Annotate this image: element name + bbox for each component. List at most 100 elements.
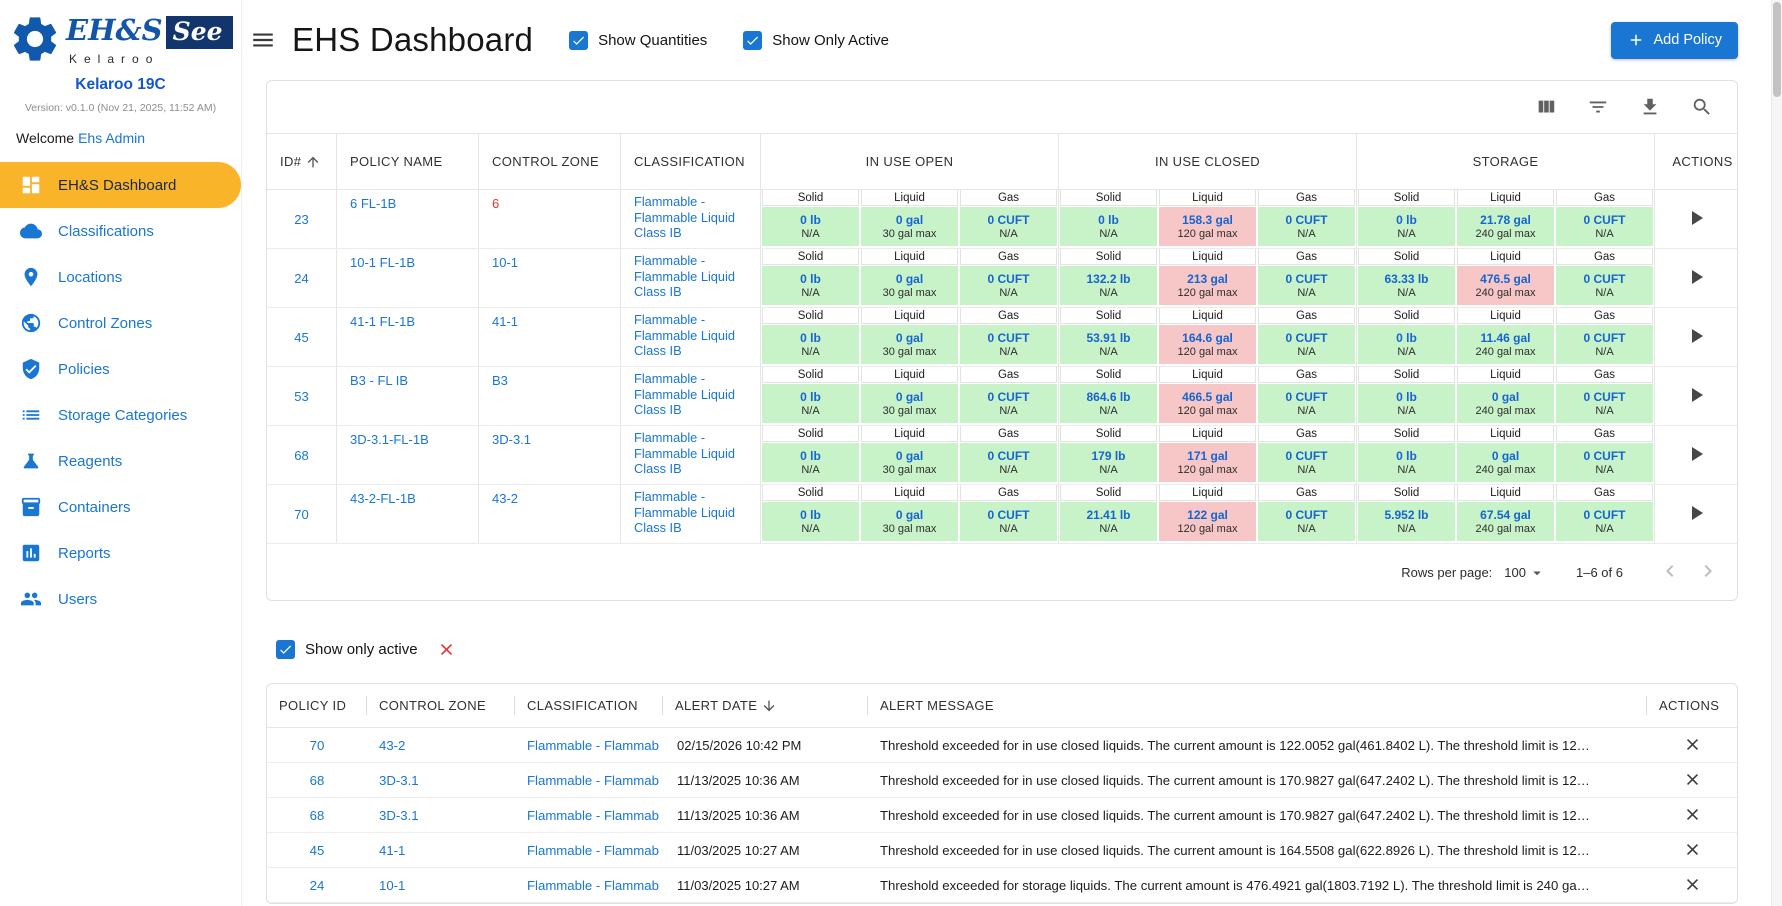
column-header-policy-name[interactable]: POLICY NAME xyxy=(337,134,479,189)
group-header-label: IN USE OPEN xyxy=(866,154,954,169)
alert-policy-id-link[interactable]: 68 xyxy=(267,808,367,823)
column-header-id[interactable]: ID# xyxy=(267,134,337,189)
brand-subtitle: Kelaroo xyxy=(66,52,233,66)
quantity-value-block: 0 CUFTN/A xyxy=(1258,443,1355,482)
alert-policy-id-link[interactable]: 24 xyxy=(267,878,367,893)
classification-link[interactable]: Flammable - Flammable Liquid Class IB xyxy=(621,249,761,307)
control-zone-link[interactable]: 10-1 xyxy=(479,249,621,307)
classification-link[interactable]: Flammable - Flammable Liquid Class IB xyxy=(621,485,761,543)
expand-policy-button[interactable] xyxy=(1681,263,1711,293)
control-zone-link[interactable]: B3 xyxy=(479,367,621,425)
alert-column-alert-message[interactable]: ALERT MESSAGE xyxy=(868,684,1647,727)
classification-link[interactable]: Flammable - Flammable Liquid Class IB xyxy=(621,190,761,248)
rows-per-page-select[interactable]: 100 xyxy=(1504,562,1546,582)
clear-filter-icon[interactable] xyxy=(437,640,456,659)
welcome-row: WelcomeEhs Admin xyxy=(0,130,241,146)
add-policy-button[interactable]: Add Policy xyxy=(1611,22,1738,59)
quantity-group: Solid864.6 lbN/ALiquid466.5 gal120 gal m… xyxy=(1059,367,1357,425)
quantity-value: 0 CUFT xyxy=(988,390,1030,404)
alert-column-policy-id[interactable]: POLICY ID xyxy=(267,684,367,727)
column-header-classification[interactable]: CLASSIFICATION xyxy=(621,134,761,189)
alert-classification-link[interactable]: Flammable - Flammab xyxy=(515,878,663,893)
policy-id-link[interactable]: 45 xyxy=(267,308,337,366)
policy-id-link[interactable]: 23 xyxy=(267,190,337,248)
column-group-in-use-open: IN USE OPEN xyxy=(761,134,1059,189)
alert-policy-id-link[interactable]: 45 xyxy=(267,843,367,858)
page-scrollbar[interactable] xyxy=(1771,0,1782,906)
alert-control-zone-link[interactable]: 3D-3.1 xyxy=(367,773,515,788)
policy-name-link[interactable]: 3D-3.1-FL-1B xyxy=(337,426,479,484)
sidebar-item-classifications[interactable]: Classifications xyxy=(0,208,241,254)
policy-name-link[interactable]: B3 - FL IB xyxy=(337,367,479,425)
show-only-active-checkbox[interactable]: Show Only Active xyxy=(743,31,889,50)
dismiss-alert-button[interactable] xyxy=(1680,873,1704,897)
policy-id-link[interactable]: 53 xyxy=(267,367,337,425)
scrollbar-thumb[interactable] xyxy=(1773,2,1781,97)
alerts-show-only-active-checkbox[interactable]: Show only active xyxy=(276,640,418,659)
menu-toggle-button[interactable] xyxy=(248,25,278,55)
policy-name-link[interactable]: 41-1 FL-1B xyxy=(337,308,479,366)
alert-control-zone-link[interactable]: 41-1 xyxy=(367,843,515,858)
columns-button[interactable] xyxy=(1535,96,1557,118)
flask-icon xyxy=(20,450,42,472)
alert-control-zone-link[interactable]: 3D-3.1 xyxy=(367,808,515,823)
show-quantities-checkbox[interactable]: Show Quantities xyxy=(569,31,707,50)
expand-policy-button[interactable] xyxy=(1681,381,1711,411)
alert-date: 11/03/2025 10:27 AM xyxy=(663,878,868,893)
classification-link[interactable]: Flammable - Flammable Liquid Class IB xyxy=(621,367,761,425)
policy-name-link[interactable]: 10-1 FL-1B xyxy=(337,249,479,307)
policy-id-link[interactable]: 24 xyxy=(267,249,337,307)
sidebar-item-policies[interactable]: Policies xyxy=(0,346,241,392)
quantity-value-block: 0 lbN/A xyxy=(762,384,859,423)
policy-name-link[interactable]: 43-2-FL-1B xyxy=(337,485,479,543)
dismiss-alert-button[interactable] xyxy=(1680,733,1704,757)
classification-link[interactable]: Flammable - Flammable Liquid Class IB xyxy=(621,426,761,484)
expand-policy-button[interactable] xyxy=(1681,499,1711,529)
sidebar-item-reagents[interactable]: Reagents xyxy=(0,438,241,484)
dismiss-alert-button[interactable] xyxy=(1680,838,1704,862)
alert-classification-link[interactable]: Flammable - Flammab xyxy=(515,773,663,788)
dismiss-alert-button[interactable] xyxy=(1680,803,1704,827)
sidebar-item-storage-categories[interactable]: Storage Categories xyxy=(0,392,241,438)
alert-column-control-zone[interactable]: CONTROL ZONE xyxy=(367,684,515,727)
policy-id-link[interactable]: 68 xyxy=(267,426,337,484)
export-button[interactable] xyxy=(1639,96,1661,118)
sidebar-item-containers[interactable]: Containers xyxy=(0,484,241,530)
quantity-value: 0 CUFT xyxy=(1584,272,1626,286)
control-zone-link[interactable]: 43-2 xyxy=(479,485,621,543)
alert-control-zone-link[interactable]: 10-1 xyxy=(367,878,515,893)
expand-policy-button[interactable] xyxy=(1681,204,1711,234)
sidebar-item-label: Policies xyxy=(58,361,110,378)
alert-column-classification[interactable]: CLASSIFICATION xyxy=(515,684,663,727)
alert-policy-id-link[interactable]: 68 xyxy=(267,773,367,788)
expand-policy-button[interactable] xyxy=(1681,322,1711,352)
alert-policy-id-link[interactable]: 70 xyxy=(267,738,367,753)
column-header-control-zone[interactable]: CONTROL ZONE xyxy=(479,134,621,189)
alert-control-zone-link[interactable]: 43-2 xyxy=(367,738,515,753)
alert-actions-cell xyxy=(1647,873,1737,897)
alert-column-alert-date[interactable]: ALERT DATE xyxy=(663,684,868,727)
previous-page-button[interactable] xyxy=(1657,559,1683,585)
policy-name-link[interactable]: 6 FL-1B xyxy=(337,190,479,248)
control-zone-link[interactable]: 3D-3.1 xyxy=(479,426,621,484)
alert-classification-link[interactable]: Flammable - Flammab xyxy=(515,808,663,823)
alert-classification-link[interactable]: Flammable - Flammab xyxy=(515,738,663,753)
alert-classification-link[interactable]: Flammable - Flammab xyxy=(515,843,663,858)
policy-id-link[interactable]: 70 xyxy=(267,485,337,543)
filter-button[interactable] xyxy=(1587,96,1609,118)
phase-label: Gas xyxy=(960,367,1057,383)
control-zone-link[interactable]: 6 xyxy=(479,190,621,248)
next-page-button[interactable] xyxy=(1695,559,1721,585)
sidebar-item-locations[interactable]: Locations xyxy=(0,254,241,300)
sidebar-item-reports[interactable]: Reports xyxy=(0,530,241,576)
sidebar-item-eh-s-dashboard[interactable]: EH&S Dashboard xyxy=(0,162,241,208)
expand-policy-button[interactable] xyxy=(1681,440,1711,470)
welcome-user-link[interactable]: Ehs Admin xyxy=(78,130,145,146)
classification-link[interactable]: Flammable - Flammable Liquid Class IB xyxy=(621,308,761,366)
dismiss-alert-button[interactable] xyxy=(1680,768,1704,792)
sidebar-item-users[interactable]: Users xyxy=(0,576,241,622)
search-button[interactable] xyxy=(1691,96,1713,118)
control-zone-link[interactable]: 41-1 xyxy=(479,308,621,366)
sidebar-item-control-zones[interactable]: Control Zones xyxy=(0,300,241,346)
phase-label: Gas xyxy=(960,308,1057,324)
